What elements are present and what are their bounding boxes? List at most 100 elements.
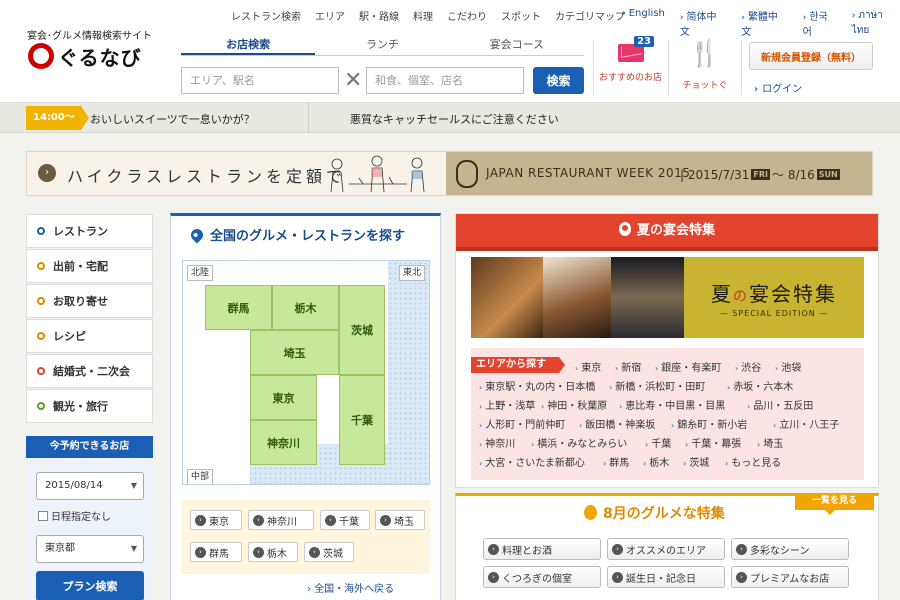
- pref-link-tochigi[interactable]: › 栃木: [248, 542, 298, 562]
- photo-sashimi: [471, 257, 543, 338]
- area-link[interactable]: › 茨城: [683, 454, 709, 469]
- region-tohoku[interactable]: 東北: [398, 265, 425, 281]
- area-link[interactable]: › 品川・五反田: [747, 397, 813, 412]
- feature-birthday[interactable]: › 誕生日・記念日: [607, 566, 725, 588]
- area-link[interactable]: › 東京駅・丸の内・日本橋: [479, 378, 595, 393]
- pref-link-kanagawa[interactable]: › 神奈川: [248, 510, 314, 530]
- feature-premium[interactable]: › プレミアムなお店: [731, 566, 849, 588]
- diners-illustration: [330, 155, 425, 193]
- lang-traditional-chinese[interactable]: › 繁體中文: [741, 8, 787, 38]
- see-all-button[interactable]: 一覧を見る: [795, 493, 874, 515]
- sidebar-item-restaurant[interactable]: レストラン: [26, 214, 153, 248]
- restaurant-week-logo-icon: [456, 160, 478, 188]
- back-to-nationwide-link[interactable]: › 全国・海外へ戻る: [307, 580, 394, 595]
- feature-various-scenes[interactable]: › 多彩なシーン: [731, 538, 849, 560]
- register-button[interactable]: 新規会員登録（無料）: [749, 42, 873, 70]
- pref-ibaraki[interactable]: 茨城: [339, 285, 385, 375]
- region-chubu[interactable]: 中部: [187, 469, 214, 484]
- plan-search-button[interactable]: プラン検索: [36, 571, 144, 600]
- feature-food-and-drink[interactable]: › 料理とお酒: [483, 538, 601, 560]
- pref-saitama[interactable]: 埼玉: [250, 330, 339, 375]
- topnav-item-preference[interactable]: こだわり: [447, 8, 487, 23]
- area-link[interactable]: › 新橋・浜松町・田町: [609, 378, 705, 393]
- chotto-link[interactable]: 🍴 チョットぐ: [677, 40, 733, 91]
- sidebar-item-travel[interactable]: 観光・旅行: [26, 389, 153, 423]
- sidebar-item-wedding[interactable]: 結婚式・二次会: [26, 354, 153, 388]
- pref-link-chiba[interactable]: › 千葉: [320, 510, 370, 530]
- sidebar-item-mail-order[interactable]: お取り寄せ: [26, 284, 153, 318]
- feature-recommended-area[interactable]: › オススメのエリア: [607, 538, 725, 560]
- tab-shop-search[interactable]: お店検索: [181, 34, 316, 56]
- lang-korean[interactable]: › 한국어: [803, 8, 837, 38]
- site-header: 宴会･グルメ情報検索サイト ぐるなび レストラン検索 エリア 駅・路線 料理 こ…: [0, 0, 900, 103]
- area-select[interactable]: 東京都: [36, 535, 144, 563]
- site-logo[interactable]: ぐるなび: [28, 43, 142, 70]
- area-link[interactable]: › 立川・八王子: [773, 416, 839, 431]
- area-link[interactable]: › 池袋: [775, 359, 801, 374]
- more-areas-link[interactable]: › もっと見る: [725, 454, 781, 469]
- pref-gunma[interactable]: 群馬: [205, 285, 272, 330]
- summer-banquet-header[interactable]: 夏の宴会特集: [456, 214, 878, 251]
- pref-link-tokyo[interactable]: › 東京: [190, 510, 242, 530]
- topnav-item-station[interactable]: 駅・路線: [359, 8, 399, 23]
- area-link[interactable]: › 人形町・門前仲町: [479, 416, 565, 431]
- area-link[interactable]: › 神田・秋葉原: [541, 397, 607, 412]
- area-link[interactable]: › 赤坂・六本木: [727, 378, 793, 393]
- summer-feature-subtitle: — SPECIAL EDITION —: [719, 308, 829, 318]
- area-link[interactable]: › 神奈川: [479, 435, 515, 450]
- pref-chiba[interactable]: 千葉: [339, 375, 385, 465]
- lang-simplified-chinese[interactable]: › 简体中文: [680, 8, 726, 38]
- area-link[interactable]: › 上野・浅草: [479, 397, 535, 412]
- topnav-item-area[interactable]: エリア: [315, 8, 345, 23]
- kanto-map: 北陸 東北 中部 群馬 栃木 茨城 埼玉 東京 千葉 神奈川: [182, 260, 430, 485]
- lang-thai[interactable]: › ภาษาไทย: [852, 8, 900, 38]
- pref-link-ibaraki[interactable]: › 茨城: [304, 542, 354, 562]
- summer-feature-image[interactable]: 夏の宴会特集 — SPECIAL EDITION —: [471, 257, 864, 338]
- area-link[interactable]: › 栃木: [643, 454, 669, 469]
- august-gourmet-title: 8月のグルメな特集: [584, 503, 725, 523]
- pref-tochigi[interactable]: 栃木: [272, 285, 339, 330]
- region-hokuriku[interactable]: 北陸: [187, 265, 214, 281]
- recommended-mail[interactable]: 23 おすすめのお店: [599, 36, 662, 83]
- header-divider: [593, 40, 594, 95]
- area-link[interactable]: › 銀座・有楽町: [655, 359, 721, 374]
- pref-link-saitama[interactable]: › 埼玉: [375, 510, 425, 530]
- area-link[interactable]: › 東京: [575, 359, 601, 374]
- area-link[interactable]: › 渋谷: [735, 359, 761, 374]
- keyword-search-input[interactable]: [366, 67, 524, 94]
- area-link[interactable]: › 群馬: [603, 454, 629, 469]
- area-search-input[interactable]: [181, 67, 339, 94]
- feature-private-room[interactable]: › くつろぎの個室: [483, 566, 601, 588]
- area-link[interactable]: › 千葉・幕張: [685, 435, 741, 450]
- pref-kanagawa[interactable]: 神奈川: [250, 420, 317, 465]
- sidebar-item-recipe[interactable]: レシピ: [26, 319, 153, 353]
- area-link[interactable]: › 飯田橋・神楽坂: [579, 416, 655, 431]
- topnav-item-category-map[interactable]: カテゴリマップ: [555, 8, 625, 23]
- pref-link-gunma[interactable]: › 群馬: [190, 542, 242, 562]
- restaurant-week-banner[interactable]: › ハイクラスレストランを定額で JAPAN RESTAURANT WEEK 2…: [26, 151, 873, 196]
- area-link[interactable]: › 恵比寿・中目黒・目黒: [619, 397, 725, 412]
- notice-link-caution[interactable]: 悪質なキャッチセールスにご注意ください: [350, 111, 559, 127]
- login-link[interactable]: › ログイン: [754, 80, 802, 95]
- lang-english[interactable]: › English: [622, 8, 665, 38]
- header-divider: [668, 40, 669, 95]
- tab-lunch[interactable]: ランチ: [315, 34, 449, 56]
- sidebar-item-delivery[interactable]: 出前・宅配: [26, 249, 153, 283]
- area-link[interactable]: › 横浜・みなとみらい: [531, 435, 627, 450]
- notice-link-sweets[interactable]: おいしいスイーツで一息いかが？: [90, 111, 255, 127]
- topnav-item-spot[interactable]: スポット: [501, 8, 541, 23]
- topnav-item-restaurant-search[interactable]: レストラン検索: [231, 8, 301, 23]
- area-link[interactable]: › 新宿: [615, 359, 641, 374]
- no-date-checkbox[interactable]: 日程指定なし: [38, 508, 111, 523]
- circle-icon: [37, 332, 45, 340]
- topnav-item-cuisine[interactable]: 料理: [413, 8, 433, 23]
- pref-tokyo[interactable]: 東京: [250, 375, 317, 420]
- chevron-right-icon: ›: [479, 440, 483, 449]
- area-link[interactable]: › 千葉: [645, 435, 671, 450]
- date-select[interactable]: 2015/08/14: [36, 472, 144, 500]
- search-button[interactable]: 検索: [533, 67, 584, 94]
- area-link[interactable]: › 大宮・さいたま新都心: [479, 454, 585, 469]
- tab-banquet-course[interactable]: 宴会コース: [450, 34, 584, 56]
- area-link[interactable]: › 錦糸町・新小岩: [671, 416, 747, 431]
- area-link[interactable]: › 埼玉: [757, 435, 783, 450]
